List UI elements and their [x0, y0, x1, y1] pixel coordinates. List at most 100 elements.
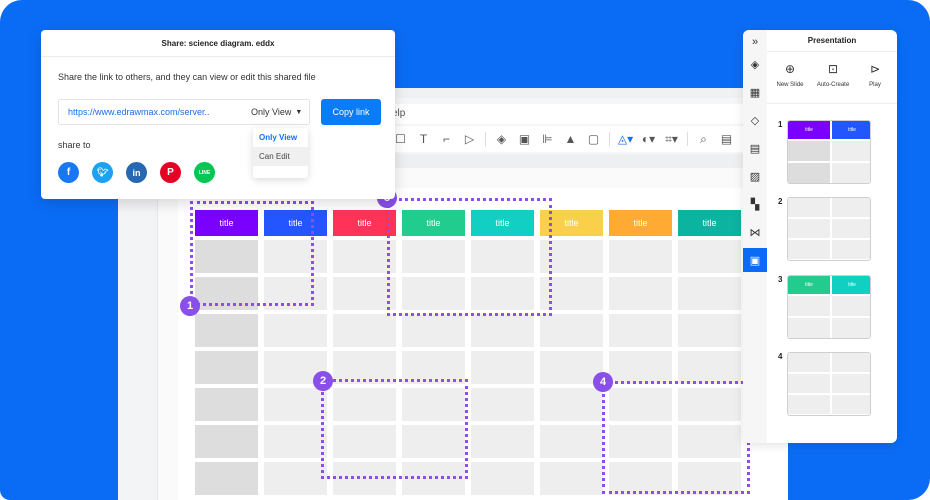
callout-box-1: [190, 201, 314, 306]
table-cell[interactable]: [678, 240, 741, 273]
slide-cell: [788, 318, 830, 338]
toolbar-divider: [609, 132, 610, 146]
callout-badge-4: 4: [593, 372, 613, 392]
pointer-icon[interactable]: ▷: [458, 129, 481, 149]
grid-icon[interactable]: ▦: [743, 80, 767, 104]
table-cell[interactable]: [540, 462, 603, 495]
option-only-view[interactable]: Only View: [253, 128, 308, 147]
facebook-icon[interactable]: f: [58, 162, 79, 183]
presentation-icon[interactable]: ▣: [743, 248, 767, 272]
table-cell[interactable]: [195, 425, 258, 458]
table-cell[interactable]: [678, 314, 741, 347]
image-edit-icon[interactable]: ▤: [715, 129, 738, 149]
table-cell[interactable]: [471, 462, 534, 495]
slide-header: title: [788, 121, 830, 139]
table-cell[interactable]: [471, 388, 534, 421]
left-gutter: [118, 168, 158, 500]
table-cell[interactable]: [609, 314, 672, 347]
slide-cell: [832, 395, 870, 414]
layers-icon[interactable]: ◈: [490, 129, 513, 149]
line-icon[interactable]: LINE: [194, 162, 215, 183]
column-header[interactable]: title: [678, 210, 741, 236]
table-cell[interactable]: [609, 240, 672, 273]
table-cell[interactable]: [195, 388, 258, 421]
permission-selected: Only View: [251, 107, 292, 117]
slide-cell: [788, 395, 830, 414]
option-can-edit[interactable]: Can Edit: [253, 147, 308, 166]
callout-badge-2: 2: [313, 371, 333, 391]
table-cell[interactable]: [264, 425, 327, 458]
shape-style-icon[interactable]: ◐▾: [637, 129, 660, 149]
share-link-url[interactable]: https://www.edrawmax.com/server..: [59, 107, 239, 117]
slide-cell: [788, 296, 830, 316]
slide-number: 4: [778, 352, 783, 361]
panel-sidebar: » ◈ ▦ ◇ ▤ ▨ ▚ ⋈ ▣: [743, 30, 767, 443]
slide-thumbnail[interactable]: [787, 352, 871, 416]
callout-box-2: [321, 379, 468, 479]
slide-cell: [788, 141, 830, 161]
frame-icon[interactable]: ▢: [582, 129, 605, 149]
table-cell[interactable]: [540, 388, 603, 421]
table-cell[interactable]: [195, 351, 258, 384]
share-dialog: Share: science diagram. eddx Share the l…: [41, 30, 395, 199]
image-icon[interactable]: ▨: [743, 164, 767, 188]
align-icon[interactable]: ⊫: [536, 129, 559, 149]
slide-cell: [832, 141, 870, 161]
collapse-icon[interactable]: »: [743, 30, 767, 54]
linkedin-icon[interactable]: in: [126, 162, 147, 183]
presentation-panel: » ◈ ▦ ◇ ▤ ▨ ▚ ⋈ ▣ Presentation ⊕ New Sli…: [743, 30, 897, 443]
table-cell[interactable]: [678, 351, 741, 384]
play-button[interactable]: ⊳ Play: [853, 60, 897, 88]
table-cell[interactable]: [333, 314, 396, 347]
layers-icon[interactable]: ◇: [743, 108, 767, 132]
table-cell[interactable]: [471, 425, 534, 458]
table-cell[interactable]: [402, 314, 465, 347]
table-cell[interactable]: [471, 314, 534, 347]
easel-icon: ⊡: [827, 62, 839, 76]
slide-cell: [832, 240, 870, 259]
table-cell[interactable]: [264, 388, 327, 421]
table-cell[interactable]: [609, 277, 672, 310]
table-cell[interactable]: [678, 277, 741, 310]
table-cell[interactable]: [264, 314, 327, 347]
table-cell[interactable]: [264, 462, 327, 495]
connector-icon[interactable]: ⌐: [435, 129, 458, 149]
text-icon[interactable]: T: [412, 129, 435, 149]
share-link-field[interactable]: https://www.edrawmax.com/server.. Only V…: [58, 99, 310, 125]
slide-cell: [832, 353, 870, 372]
table-cell[interactable]: [540, 425, 603, 458]
column-header[interactable]: title: [609, 210, 672, 236]
table-cell[interactable]: [195, 462, 258, 495]
crop-icon[interactable]: ⌗▾: [660, 129, 683, 149]
copy-link-button[interactable]: Copy link: [321, 99, 381, 125]
share-description: Share the link to others, and they can v…: [58, 72, 316, 82]
toolbar-divider: [687, 132, 688, 146]
fill-color-icon[interactable]: ◬▾: [614, 129, 637, 149]
slide-cell: [788, 240, 830, 259]
pinterest-icon[interactable]: P: [160, 162, 181, 183]
callout-box-3: [387, 198, 552, 316]
table-cell[interactable]: [195, 314, 258, 347]
table-cell[interactable]: [471, 351, 534, 384]
slide-cell: [788, 353, 830, 372]
slide-thumbnail[interactable]: title title: [787, 275, 871, 339]
slide-thumbnail[interactable]: [787, 197, 871, 261]
table-cell[interactable]: [609, 351, 672, 384]
slide-thumbnail[interactable]: title title: [787, 120, 871, 184]
component-icon[interactable]: ▚: [743, 192, 767, 216]
flip-icon[interactable]: ▲: [559, 129, 582, 149]
auto-create-button[interactable]: ⊡ Auto-Create: [811, 60, 855, 88]
new-slide-button[interactable]: ⊕ New Slide: [768, 60, 812, 88]
connect-icon[interactable]: ⋈: [743, 220, 767, 244]
search-icon[interactable]: ⌕: [692, 129, 715, 149]
slide-number: 3: [778, 275, 783, 284]
slide-header: title: [832, 276, 870, 294]
permission-select[interactable]: Only View ▼: [251, 107, 302, 117]
table-cell[interactable]: [540, 314, 603, 347]
slide-cell: [832, 374, 870, 393]
document-icon[interactable]: ▤: [743, 136, 767, 160]
paint-bucket-icon[interactable]: ◈: [743, 52, 767, 76]
slide-cell: [788, 163, 830, 183]
group-icon[interactable]: ▣: [513, 129, 536, 149]
twitter-icon[interactable]: 🐦︎: [92, 162, 113, 183]
